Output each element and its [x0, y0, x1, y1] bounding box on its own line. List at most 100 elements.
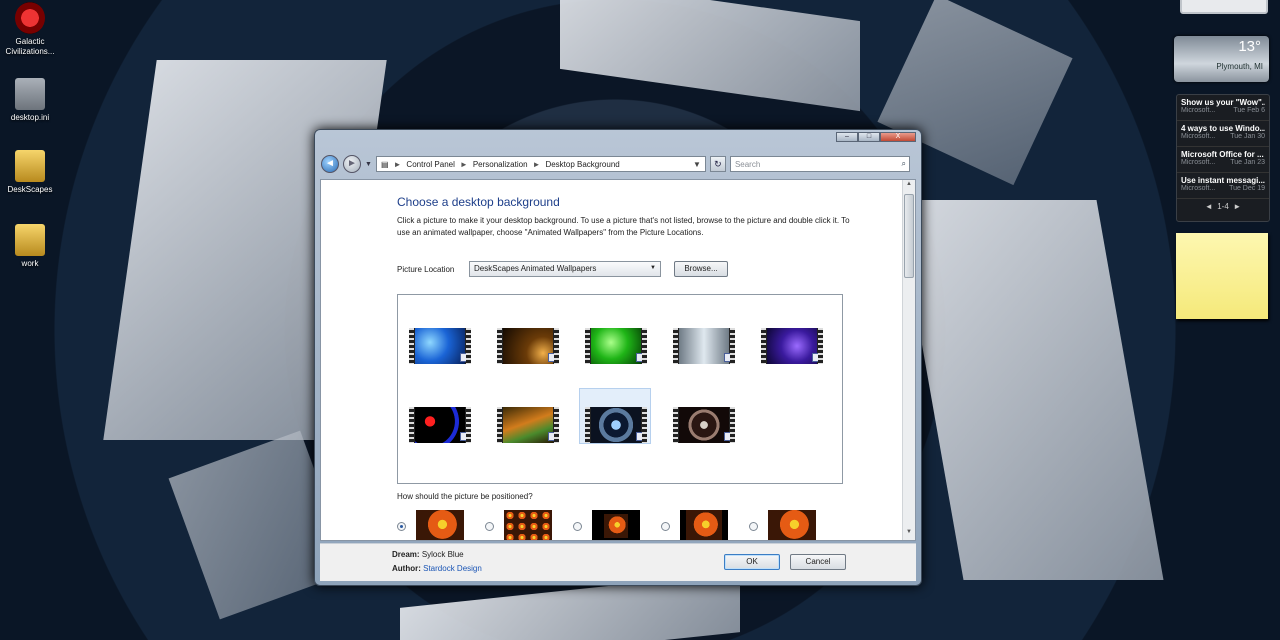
- feed-headlines-gadget: Show us your "Wow"... Microsoft... Tue Feb…: [1176, 94, 1270, 222]
- desktop-icon-ini[interactable]: desktop.ini: [0, 78, 60, 123]
- picture-location-label: Picture Location: [397, 265, 455, 274]
- vertical-scrollbar[interactable]: ▲ ▼: [902, 180, 915, 540]
- feed-headline-date: Tue Jan 23: [1230, 159, 1265, 166]
- film-strip-icon: [409, 328, 471, 364]
- position-radio[interactable]: [661, 521, 670, 531]
- animated-wallpaper-badge-icon: [636, 353, 645, 362]
- feed-headline-item[interactable]: Use instant messagi... Microsoft... Tue De…: [1177, 173, 1269, 199]
- feed-page-indicator: 1-4: [1217, 202, 1229, 211]
- feed-headline-source: Microsoft...: [1181, 133, 1216, 140]
- refresh-button[interactable]: ↻: [709, 156, 726, 172]
- gadget-clock-partial[interactable]: [1180, 0, 1268, 14]
- page-title: Choose a desktop background: [397, 195, 560, 209]
- film-strip-icon: [585, 407, 647, 443]
- animated-wallpaper-badge-icon: [724, 432, 733, 441]
- address-dropdown-icon[interactable]: ▼: [693, 160, 705, 169]
- desktop-icon-galactic[interactable]: Galactic Civilizations...: [0, 2, 60, 57]
- desktop-icon-deskscapes[interactable]: DeskScapes: [0, 150, 60, 195]
- feed-headline-source: Microsoft...: [1181, 185, 1216, 192]
- position-option-stretch[interactable]: [749, 510, 816, 540]
- film-strip-icon: [585, 328, 647, 364]
- recent-pages-dropdown[interactable]: ▼: [365, 161, 372, 168]
- caption-buttons: – □ X: [836, 132, 916, 142]
- wallpaper-thumbnail[interactable]: [579, 388, 651, 444]
- breadcrumb-desktop-background[interactable]: Desktop Background: [545, 160, 619, 169]
- feed-headline-title: Use instant messagi...: [1181, 176, 1265, 185]
- position-radio[interactable]: [573, 521, 582, 531]
- position-option-fill[interactable]: [397, 510, 464, 540]
- film-strip-icon: [497, 328, 559, 364]
- address-bar[interactable]: ▤ ► Control Panel ► Personalization ► De…: [375, 156, 706, 172]
- author-info: Author: Stardock Design: [392, 564, 482, 573]
- weather-gadget[interactable]: 13° Plymouth, MI: [1174, 36, 1269, 82]
- scroll-up-icon[interactable]: ▲: [904, 181, 914, 191]
- weather-city: Plymouth, MI: [1216, 62, 1263, 71]
- navigation-bar: ◄ ► ▼ ▤ ► Control Panel ► Personalizatio…: [321, 154, 915, 174]
- back-button[interactable]: ◄: [321, 155, 339, 173]
- scroll-thumb[interactable]: [904, 194, 914, 278]
- feed-headline-item[interactable]: 4 ways to use Windo... Microsoft... Tue Ja…: [1177, 121, 1269, 147]
- position-option-fit[interactable]: [661, 510, 728, 540]
- position-option-tile[interactable]: [485, 510, 552, 540]
- scroll-down-icon[interactable]: ▼: [904, 529, 914, 539]
- feed-headline-item[interactable]: Microsoft Office for ... Microsoft... Tue …: [1177, 147, 1269, 173]
- feed-headline-title: 4 ways to use Windo...: [1181, 124, 1265, 133]
- wallpaper-gallery: [397, 294, 843, 484]
- picture-location-select[interactable]: DeskScapes Animated Wallpapers ▼: [469, 261, 661, 277]
- animated-wallpaper-badge-icon: [460, 353, 469, 362]
- sticky-note-gadget[interactable]: [1176, 233, 1268, 319]
- position-radio[interactable]: [397, 521, 406, 531]
- position-radio[interactable]: [485, 521, 494, 531]
- position-fill-preview: [416, 510, 464, 540]
- position-option-center[interactable]: [573, 510, 640, 540]
- position-center-preview: [592, 510, 640, 540]
- desktop-background-window: – □ X ◄ ► ▼ ▤ ► Control Panel ► Personal…: [314, 129, 922, 586]
- animated-wallpaper-badge-icon: [548, 432, 557, 441]
- feed-headline-source: Microsoft...: [1181, 107, 1216, 114]
- search-input[interactable]: Search ⌕: [729, 156, 910, 172]
- browse-button[interactable]: Browse...: [674, 261, 728, 277]
- feed-headline-date: Tue Feb 6: [1233, 107, 1265, 114]
- galactic-civilizations-icon: [15, 2, 45, 34]
- wallpaper-thumbnail[interactable]: [667, 388, 739, 444]
- feed-headline-title: Microsoft Office for ...: [1181, 150, 1264, 159]
- breadcrumb-control-panel[interactable]: Control Panel: [406, 160, 454, 169]
- breadcrumb-personalization[interactable]: Personalization: [473, 160, 528, 169]
- feed-headline-title: Show us your "Wow"...: [1181, 98, 1265, 107]
- settings-file-icon: [15, 78, 45, 110]
- close-button[interactable]: X: [880, 132, 916, 142]
- dream-name: Sylock Blue: [421, 550, 464, 559]
- folder-icon: [15, 224, 45, 256]
- wallpaper-thumbnail[interactable]: [755, 309, 827, 365]
- feed-headline-date: Tue Jan 30: [1230, 133, 1265, 140]
- author-link[interactable]: Stardock Design: [423, 564, 482, 573]
- search-icon[interactable]: ⌕: [901, 159, 908, 169]
- wallpaper-thumbnail[interactable]: [491, 388, 563, 444]
- animated-wallpaper-badge-icon: [636, 432, 645, 441]
- position-radio[interactable]: [749, 521, 758, 531]
- wallpaper-thumbnail[interactable]: [667, 309, 739, 365]
- wallpaper-shape: [896, 200, 1164, 580]
- page-description: Click a picture to make it your desktop …: [397, 216, 850, 237]
- ok-button[interactable]: OK: [724, 554, 780, 570]
- wallpaper-thumbnail[interactable]: [403, 309, 475, 365]
- feed-next-button[interactable]: ►: [1233, 202, 1241, 211]
- minimize-button[interactable]: –: [836, 132, 858, 142]
- content-pane: Choose a desktop background Click a pict…: [320, 179, 916, 541]
- animated-wallpaper-badge-icon: [724, 353, 733, 362]
- maximize-button[interactable]: □: [858, 132, 880, 142]
- details-footer: Dream: Sylock Blue Author: Stardock Desi…: [320, 543, 916, 581]
- wallpaper-thumbnail[interactable]: [403, 388, 475, 444]
- wallpaper-thumbnail[interactable]: [491, 309, 563, 365]
- animated-wallpaper-badge-icon: [812, 353, 821, 362]
- feed-prev-button[interactable]: ◄: [1205, 202, 1213, 211]
- chevron-down-icon: ▼: [650, 265, 656, 271]
- forward-button[interactable]: ►: [343, 155, 361, 173]
- desktop-icon-label: desktop.ini: [10, 113, 50, 122]
- wallpaper-thumbnail[interactable]: [579, 309, 651, 365]
- feed-headline-item[interactable]: Show us your "Wow"... Microsoft... Tue Feb…: [1177, 95, 1269, 121]
- cancel-button[interactable]: Cancel: [790, 554, 846, 570]
- animated-wallpaper-badge-icon: [460, 432, 469, 441]
- position-fit-preview: [680, 510, 728, 540]
- desktop-icon-work[interactable]: work: [0, 224, 60, 269]
